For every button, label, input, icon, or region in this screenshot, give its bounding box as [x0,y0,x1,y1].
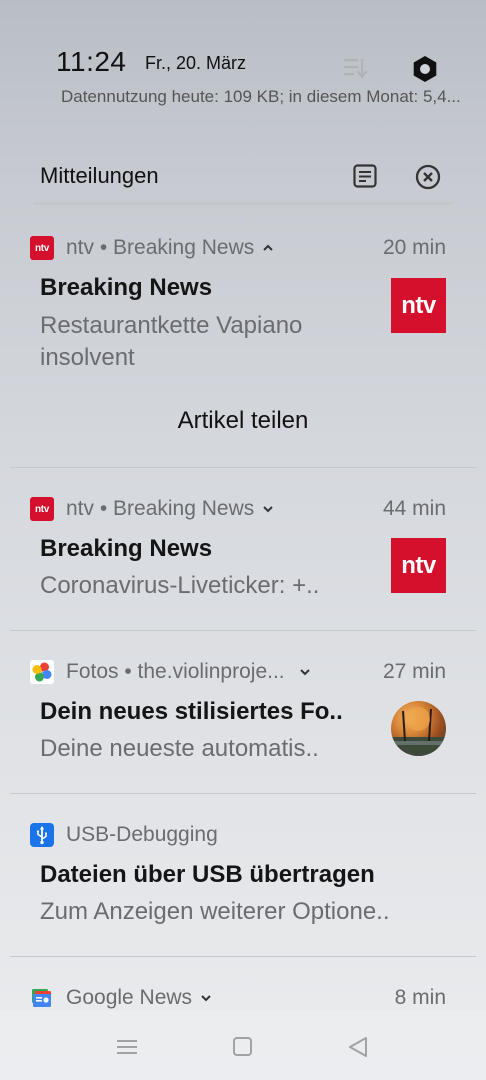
notification-app-row: Google News [30,984,212,1012]
app-name: Fotos • the.violinproje... [66,660,285,683]
sort-icon[interactable] [340,56,368,80]
notification-app-row: ntv ntv • Breaking News [30,234,274,262]
divider [10,467,476,468]
data-usage-text: Datennutzung heute: 109 KB; in diesem Mo… [61,87,461,106]
chevron-up-icon[interactable] [262,242,274,254]
chevron-down-icon[interactable] [299,666,311,678]
notification-app-row: Fotos • the.violinproje... [30,658,311,686]
notification-title: Dateien über USB übertragen [40,861,375,888]
notification-time: 44 min [382,497,446,520]
notification-time: 8 min [394,986,446,1009]
notification-body: Deine neueste automatis.. [40,735,319,762]
notification-time: 27 min [382,660,446,683]
clock: 11:24 [56,46,127,77]
google-news-icon [32,989,51,1007]
notification-title: Breaking News [40,274,213,301]
app-name: ntv • Breaking News [66,497,255,520]
notification-body: Coronavirus-Liveticker: +.. [40,572,320,599]
date[interactable]: Fr., 20. März [145,53,246,74]
usb-icon [30,823,54,847]
app-name: USB-Debugging [66,823,218,846]
notification-header: Mitteilungen [0,155,486,205]
notification-title: Dein neues stilisiertes Fo.. [40,698,343,725]
notification-app-row: ntv ntv • Breaking News [30,495,274,523]
divider [10,793,476,794]
manage-notifications-icon[interactable] [352,163,378,189]
divider [10,630,476,631]
chevron-down-icon[interactable] [262,503,274,515]
settings-icon[interactable] [410,54,440,84]
page-title: Mitteilungen [40,163,159,188]
ntv-thumbnail: ntv [391,538,446,593]
ntv-app-icon: ntv [30,236,54,260]
photos-pinwheel-icon [30,660,54,684]
ntv-thumbnail: ntv [391,278,446,333]
photo-thumbnail [391,701,446,756]
home-icon[interactable] [233,1037,252,1056]
back-icon[interactable] [348,1036,368,1058]
notification-body: Restaurantkette Vapiano insolvent [40,312,303,371]
status-area: 11:24 Fr., 20. März Datennutzung heute: … [0,0,486,120]
navigation-bar [0,1010,486,1080]
ntv-app-icon: ntv [30,497,54,521]
share-article-button[interactable]: Artikel teilen [0,407,486,435]
notification-app-row: USB-Debugging [30,821,218,849]
notification-body: Zum Anzeigen weiterer Optione.. [40,898,390,925]
notification-time: 20 min [382,236,446,259]
app-name: ntv • Breaking News [66,236,255,259]
autumn-tree-image [391,707,446,756]
chevron-down-icon[interactable] [200,992,212,1004]
header-divider [33,202,453,205]
notification-title: Breaking News [40,535,213,562]
clear-all-icon[interactable] [414,163,442,191]
recent-apps-icon[interactable] [117,1039,137,1055]
divider [10,956,476,957]
app-name: Google News [66,986,193,1009]
